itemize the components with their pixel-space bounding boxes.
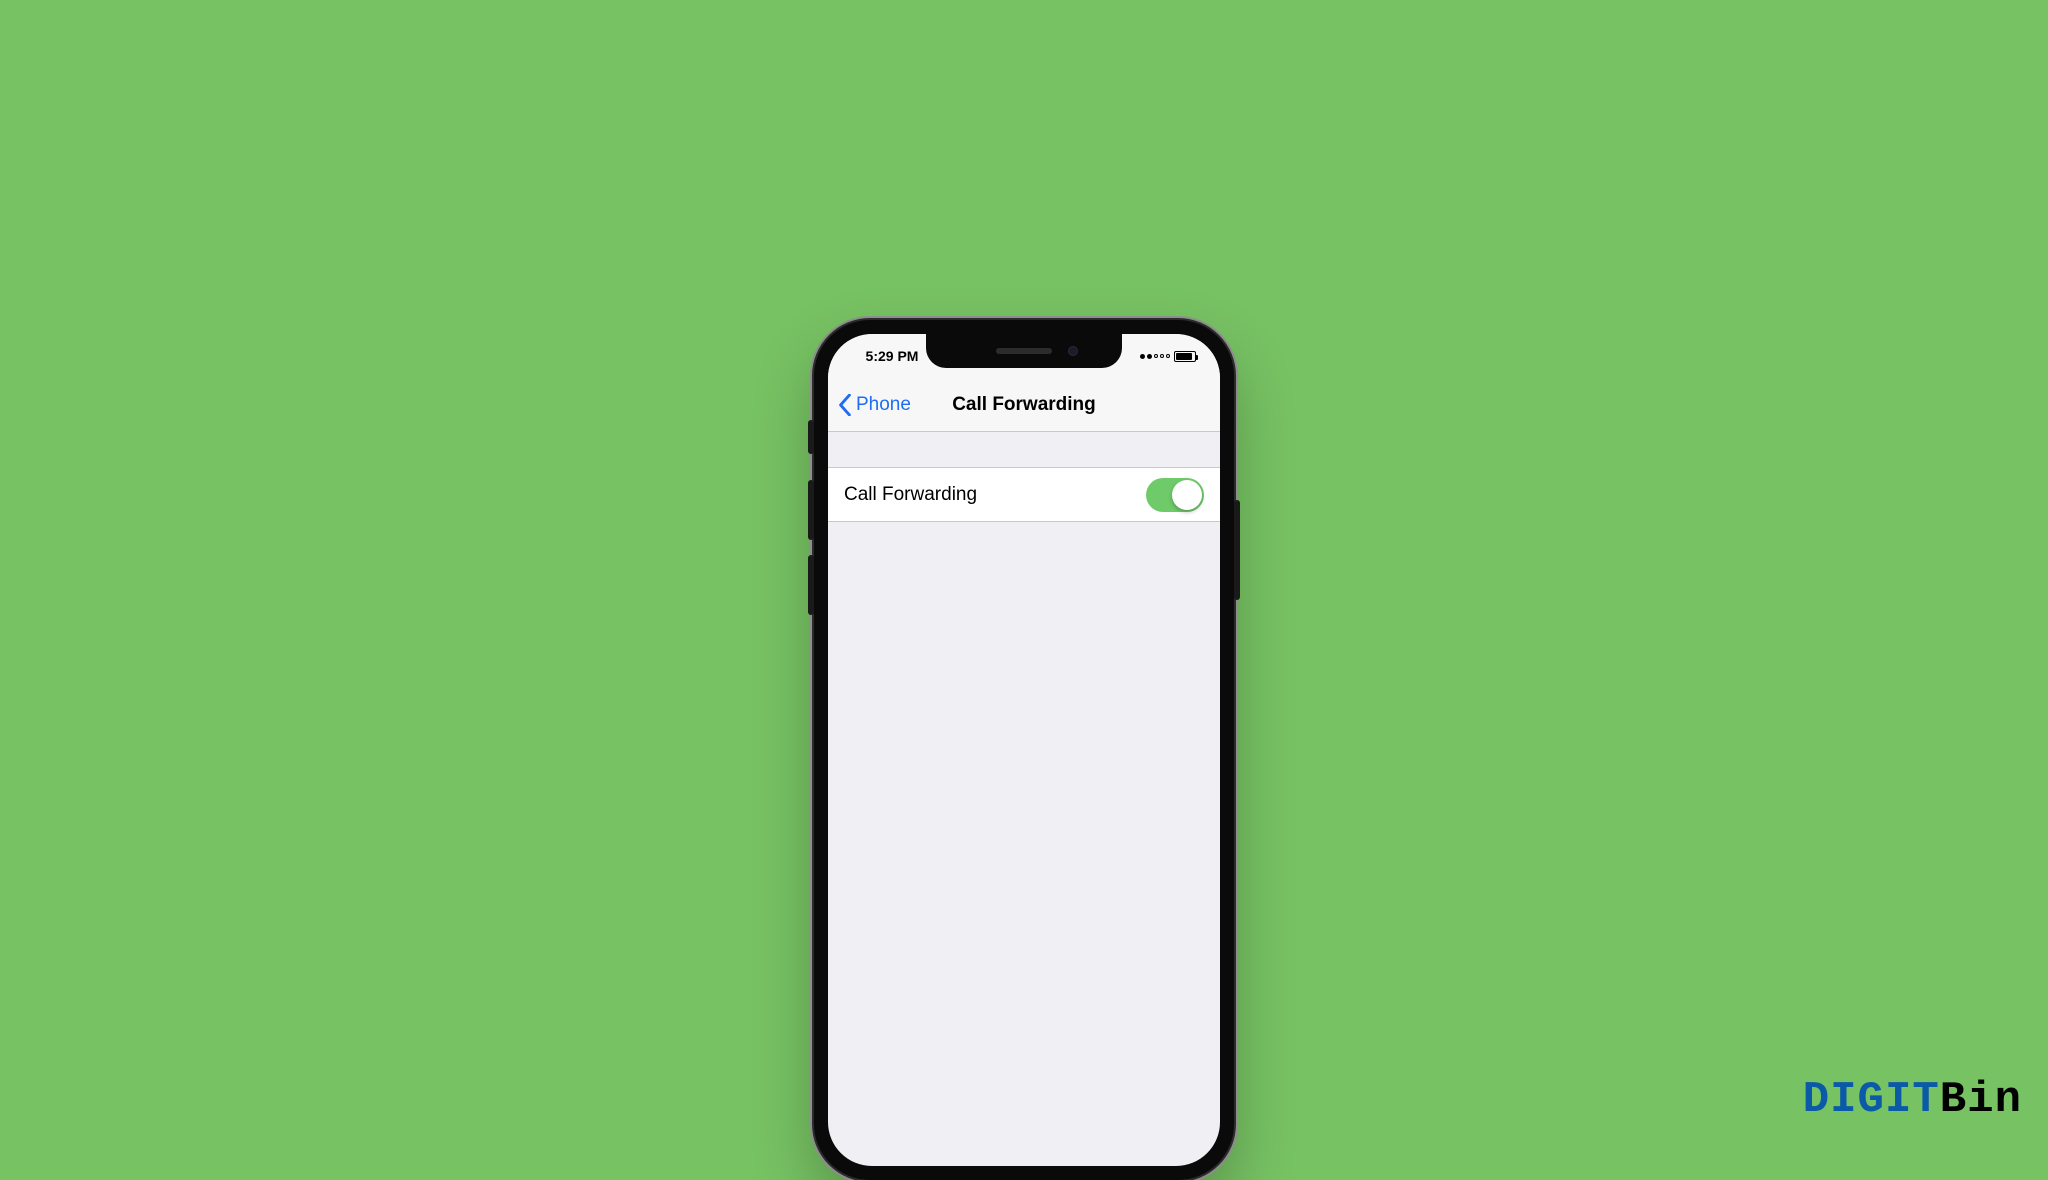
- phone-notch: [926, 334, 1122, 368]
- back-button[interactable]: Phone: [828, 394, 911, 416]
- phone-side-button: [808, 555, 814, 615]
- phone-side-button: [808, 480, 814, 540]
- status-time: 5:29 PM: [852, 348, 932, 364]
- group-spacer: [828, 432, 1220, 468]
- signal-strength-icon: [1140, 354, 1170, 359]
- call-forwarding-label: Call Forwarding: [844, 484, 977, 506]
- toggle-knob: [1172, 480, 1202, 510]
- phone-speaker: [996, 348, 1052, 354]
- settings-body: Call Forwarding: [828, 432, 1220, 522]
- phone-side-button: [808, 420, 814, 454]
- phone-side-button: [1234, 500, 1240, 600]
- back-button-label: Phone: [856, 394, 911, 416]
- digitbin-watermark: DIGITBin: [1803, 1075, 2022, 1125]
- call-forwarding-toggle[interactable]: [1146, 478, 1204, 512]
- phone-device-frame: 5:29 PM Phone Call Forwarding Call Forwa…: [814, 320, 1234, 1180]
- battery-icon: [1174, 351, 1196, 362]
- navigation-bar: Phone Call Forwarding: [828, 378, 1220, 432]
- call-forwarding-row: Call Forwarding: [828, 468, 1220, 522]
- phone-front-camera: [1068, 346, 1078, 356]
- watermark-part2: Bin: [1940, 1075, 2022, 1125]
- status-right-cluster: [1116, 351, 1196, 362]
- phone-screen: 5:29 PM Phone Call Forwarding Call Forwa…: [828, 334, 1220, 1166]
- chevron-left-icon: [838, 394, 852, 416]
- watermark-part1: DIGIT: [1803, 1075, 1940, 1125]
